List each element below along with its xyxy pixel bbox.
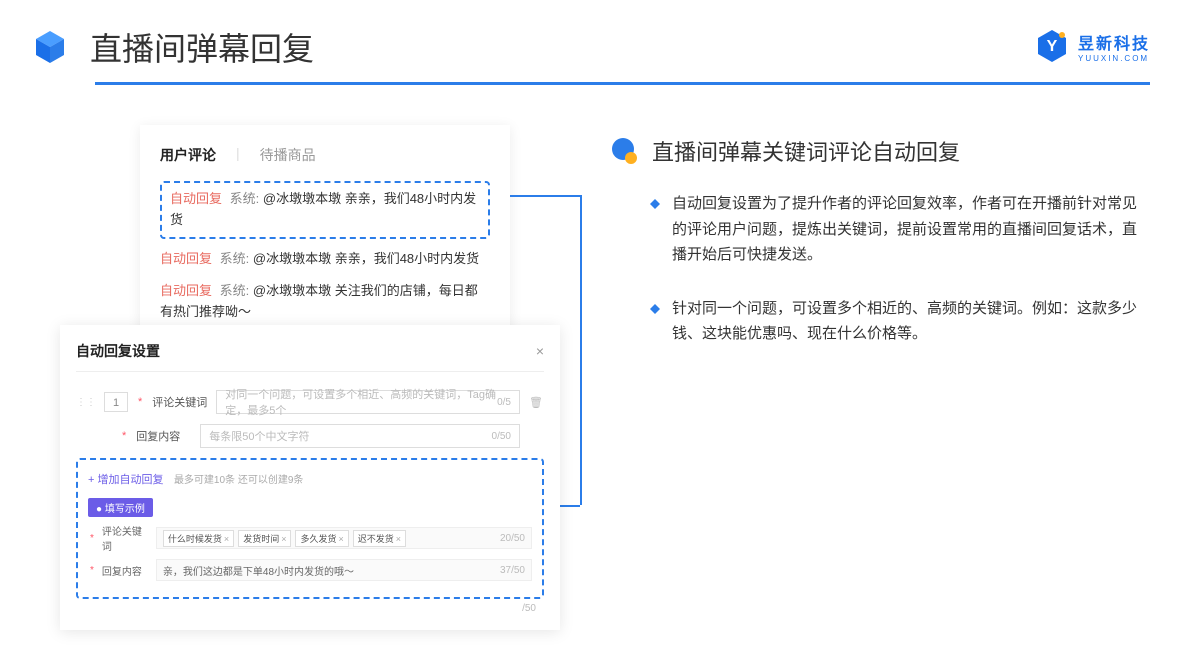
cube-icon (30, 27, 70, 67)
drag-handle-icon[interactable]: ⋮⋮ (76, 397, 96, 408)
bullet-text: 针对同一个问题，可设置多个相近的、高频的关键词。例如：这款多少钱、这块能优惠吗、… (672, 296, 1150, 347)
comment-row: 自动回复 系统: @冰墩墩本墩 亲亲，我们48小时内发货 (160, 249, 490, 270)
example-keyword-input[interactable]: 什么时候发货× 发货时间× 多久发货× 迟不发货× 20/50 (156, 527, 532, 549)
diamond-icon (650, 196, 660, 206)
example-section: + 增加自动回复 最多可建10条 还可以创建9条 ● 填写示例 * 评论关键词 … (76, 458, 544, 599)
highlighted-comment: 自动回复 系统: @冰墩墩本墩 亲亲，我们48小时内发货 (160, 181, 490, 239)
logo-icon: Y (1034, 28, 1070, 64)
add-auto-reply-link[interactable]: + 增加自动回复 (88, 474, 163, 486)
add-hint: 最多可建10条 还可以创建9条 (174, 475, 303, 486)
auto-reply-tag: 自动回复 (170, 191, 222, 206)
logo-en: YUUXIN.COM (1078, 54, 1150, 63)
bullet-text: 自动回复设置为了提升作者的评论回复效率，作者可在开播前针对常见的评论用户问题，提… (672, 191, 1150, 268)
settings-panel: 自动回复设置 × ⋮⋮ 1 * 评论关键词 对同一个问题，可设置多个相近、高频的… (60, 325, 560, 630)
settings-title: 自动回复设置 (76, 341, 160, 361)
example-tag: ● 填写示例 (88, 498, 153, 517)
svg-text:Y: Y (1047, 38, 1058, 55)
logo: Y 昱新科技 YUUXIN.COM (1034, 28, 1150, 64)
diamond-icon (650, 301, 660, 311)
logo-cn: 昱新科技 (1078, 30, 1150, 54)
connector-line (510, 195, 580, 197)
page-title: 直播间弹幕回复 (90, 24, 314, 70)
row-number: 1 (104, 392, 128, 412)
keyword-label: 评论关键词 (152, 394, 208, 410)
trash-icon[interactable]: 🗑 (528, 396, 544, 409)
comments-panel: 用户评论 | 待播商品 自动回复 系统: @冰墩墩本墩 亲亲，我们48小时内发货… (140, 125, 510, 345)
comment-row: 自动回复 系统: @冰墩墩本墩 关注我们的店铺，每日都有热门推荐呦～ (160, 281, 490, 323)
close-icon[interactable]: × (536, 343, 544, 359)
chat-bubble-icon (610, 137, 638, 165)
example-content-input[interactable]: 亲，我们这边都是下单48小时内发货的哦～ 37/50 (156, 559, 532, 581)
tab-user-comments[interactable]: 用户评论 (160, 145, 216, 165)
keyword-input[interactable]: 对同一个问题，可设置多个相近、高频的关键词，Tag确定，最多5个 0/5 (216, 390, 520, 414)
connector-line (580, 195, 582, 505)
tab-pending-goods[interactable]: 待播商品 (260, 145, 316, 165)
content-label: 回复内容 (136, 428, 192, 444)
section-title: 直播间弹幕关键词评论自动回复 (652, 135, 960, 167)
content-input[interactable]: 每条限50个中文字符 0/50 (200, 424, 520, 448)
